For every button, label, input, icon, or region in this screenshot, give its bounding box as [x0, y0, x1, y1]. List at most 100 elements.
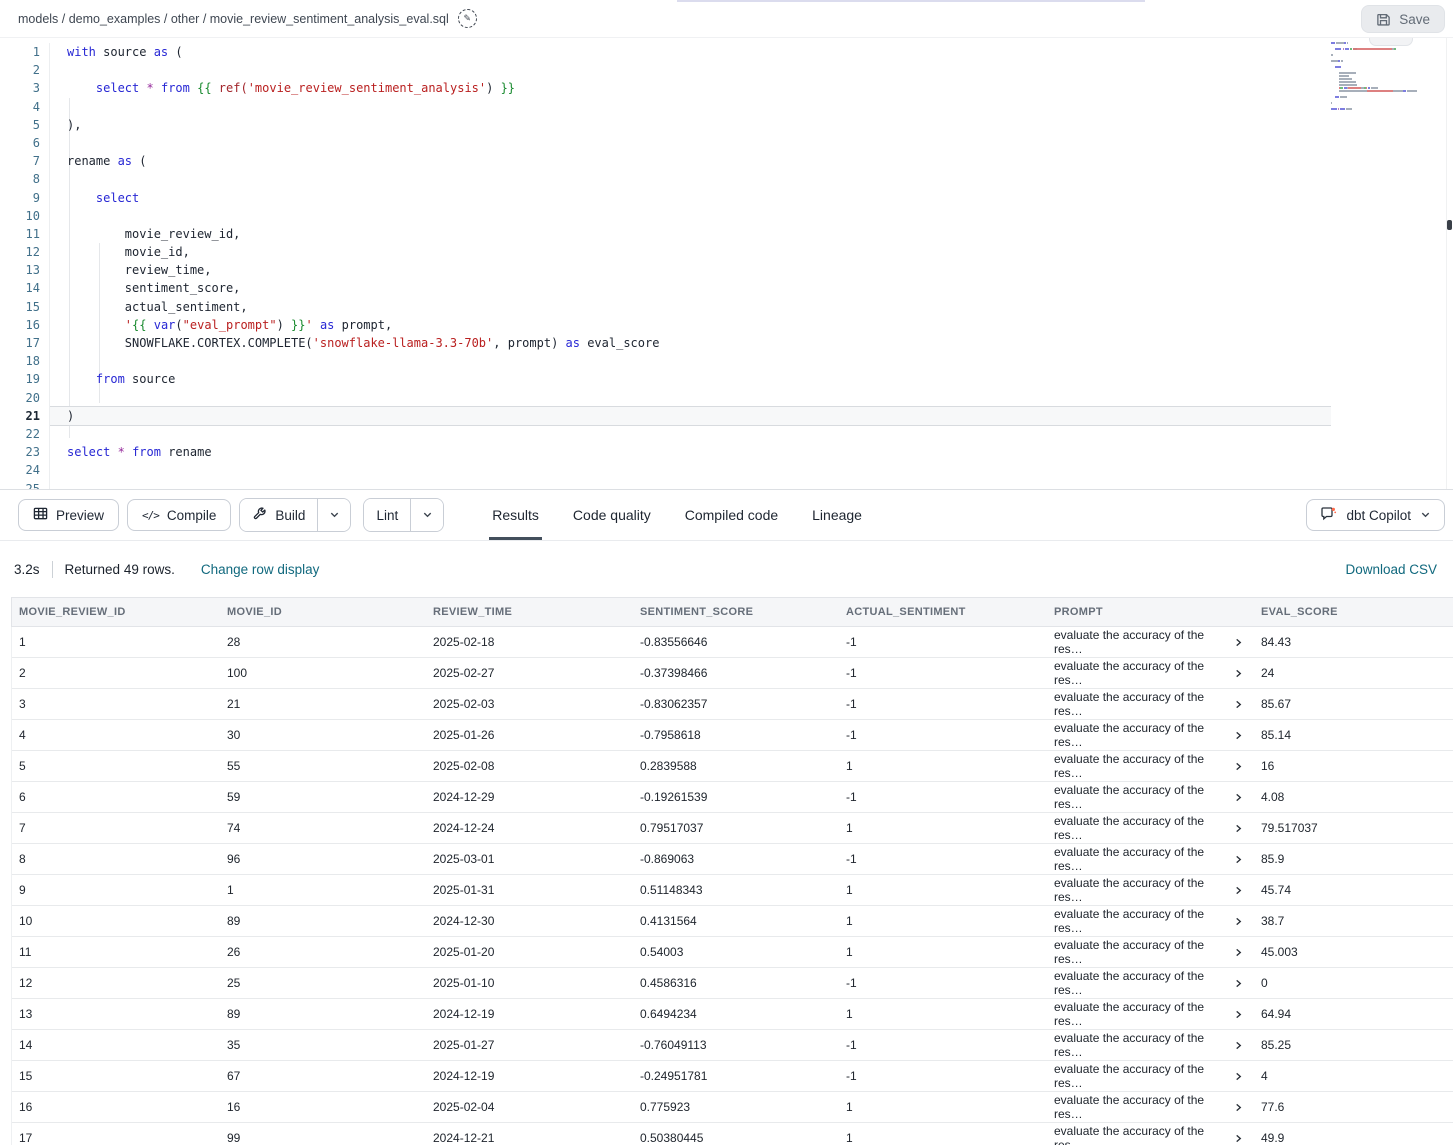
line-number[interactable]: 22	[0, 425, 50, 443]
save-button[interactable]: Save	[1361, 5, 1445, 33]
table-row[interactable]: 3212025-02-03-0.83062357-1evaluate the a…	[12, 689, 1453, 720]
table-row[interactable]: 16162025-02-040.7759231evaluate the accu…	[12, 1092, 1453, 1123]
line-number[interactable]: 6	[0, 134, 50, 152]
code-line[interactable]: 23select * from rename	[0, 443, 1453, 461]
code-line[interactable]: 15 actual_sentiment,	[0, 298, 1453, 316]
line-number[interactable]: 20	[0, 389, 50, 407]
expand-prompt-icon[interactable]	[1234, 669, 1243, 678]
column-header-eval_score[interactable]: EVAL_SCORE	[1243, 598, 1453, 626]
table-row[interactable]: 4302025-01-26-0.7958618-1evaluate the ac…	[12, 720, 1453, 751]
expand-prompt-icon[interactable]	[1234, 1134, 1243, 1143]
download-csv-link[interactable]: Download CSV	[1345, 562, 1439, 577]
line-number[interactable]: 9	[0, 189, 50, 207]
lint-button[interactable]: Lint	[364, 499, 410, 531]
code-editor[interactable]: 1with source as (23 select * from {{ ref…	[0, 38, 1453, 489]
line-number[interactable]: 12	[0, 243, 50, 261]
line-number[interactable]: 5	[0, 116, 50, 134]
build-button[interactable]: Build	[240, 499, 317, 531]
column-header-sentiment_score[interactable]: SENTIMENT_SCORE	[622, 598, 828, 626]
line-number[interactable]: 11	[0, 225, 50, 243]
expand-prompt-icon[interactable]	[1234, 979, 1243, 988]
table-row[interactable]: 12252025-01-100.4586316-1evaluate the ac…	[12, 968, 1453, 999]
line-number[interactable]: 15	[0, 298, 50, 316]
code-line[interactable]: 17 SNOWFLAKE.CORTEX.COMPLETE('snowflake-…	[0, 334, 1453, 352]
expand-prompt-icon[interactable]	[1234, 762, 1243, 771]
lint-dropdown-button[interactable]	[410, 499, 443, 531]
code-line[interactable]: 1with source as (	[0, 43, 1453, 61]
expand-prompt-icon[interactable]	[1234, 731, 1243, 740]
expand-prompt-icon[interactable]	[1234, 824, 1243, 833]
code-line[interactable]: 19 from source	[0, 370, 1453, 388]
line-number[interactable]: 7	[0, 152, 50, 170]
table-row[interactable]: 17992024-12-210.503804451evaluate the ac…	[12, 1123, 1453, 1145]
expand-prompt-icon[interactable]	[1234, 793, 1243, 802]
table-row[interactable]: 1282025-02-18-0.83556646-1evaluate the a…	[12, 627, 1453, 658]
line-number[interactable]: 8	[0, 170, 50, 188]
line-number[interactable]: 13	[0, 261, 50, 279]
code-line[interactable]: 7rename as (	[0, 152, 1453, 170]
code-line[interactable]: 3 select * from {{ ref('movie_review_sen…	[0, 79, 1453, 97]
expand-prompt-icon[interactable]	[1234, 1103, 1243, 1112]
line-number[interactable]: 23	[0, 443, 50, 461]
expand-prompt-icon[interactable]	[1234, 638, 1243, 647]
line-number[interactable]: 17	[0, 334, 50, 352]
code-line[interactable]: 18	[0, 352, 1453, 370]
minimap[interactable]	[1331, 42, 1443, 116]
code-line[interactable]: 10	[0, 207, 1453, 225]
tab-code-quality[interactable]: Code quality	[573, 490, 651, 540]
expand-prompt-icon[interactable]	[1234, 1072, 1243, 1081]
code-line[interactable]: 16 '{{ var("eval_prompt") }}' as prompt,	[0, 316, 1453, 334]
table-row[interactable]: 8962025-03-01-0.869063-1evaluate the acc…	[12, 844, 1453, 875]
table-row[interactable]: 10892024-12-300.41315641evaluate the acc…	[12, 906, 1453, 937]
column-header-movie_id[interactable]: MOVIE_ID	[209, 598, 415, 626]
line-number[interactable]: 4	[0, 98, 50, 116]
scrollbar-thumb[interactable]	[1447, 220, 1452, 230]
table-row[interactable]: 21002025-02-27-0.37398466-1evaluate the …	[12, 658, 1453, 689]
line-number[interactable]: 25	[0, 480, 50, 490]
code-line[interactable]: 4	[0, 98, 1453, 116]
code-line[interactable]: 13 review_time,	[0, 261, 1453, 279]
code-line[interactable]: 21)	[0, 407, 1453, 425]
expand-prompt-icon[interactable]	[1234, 948, 1243, 957]
line-number[interactable]: 1	[0, 43, 50, 61]
table-row[interactable]: 13892024-12-190.64942341evaluate the acc…	[12, 999, 1453, 1030]
column-header-prompt[interactable]: PROMPT	[1036, 598, 1243, 626]
expand-prompt-icon[interactable]	[1234, 917, 1243, 926]
line-number[interactable]: 10	[0, 207, 50, 225]
table-row[interactable]: 6592024-12-29-0.19261539-1evaluate the a…	[12, 782, 1453, 813]
expand-prompt-icon[interactable]	[1234, 855, 1243, 864]
line-number[interactable]: 24	[0, 461, 50, 479]
line-number[interactable]: 18	[0, 352, 50, 370]
code-line[interactable]: 6	[0, 134, 1453, 152]
column-header-review_time[interactable]: REVIEW_TIME	[415, 598, 622, 626]
expand-prompt-icon[interactable]	[1234, 700, 1243, 709]
change-row-display-link[interactable]: Change row display	[201, 562, 320, 577]
table-row[interactable]: 5552025-02-080.28395881evaluate the accu…	[12, 751, 1453, 782]
code-line[interactable]: 14 sentiment_score,	[0, 279, 1453, 297]
table-row[interactable]: 15672024-12-19-0.24951781-1evaluate the …	[12, 1061, 1453, 1092]
editor-scrollbar[interactable]	[1446, 38, 1452, 489]
column-header-movie_review_id[interactable]: MOVIE_REVIEW_ID	[12, 598, 209, 626]
code-line[interactable]: 5),	[0, 116, 1453, 134]
dbt-copilot-button[interactable]: dbt Copilot	[1306, 499, 1445, 531]
table-row[interactable]: 7742024-12-240.795170371evaluate the acc…	[12, 813, 1453, 844]
line-number[interactable]: 21	[0, 407, 50, 425]
preview-button[interactable]: Preview	[18, 499, 119, 531]
column-header-actual_sentiment[interactable]: ACTUAL_SENTIMENT	[828, 598, 1036, 626]
expand-prompt-icon[interactable]	[1234, 1010, 1243, 1019]
expand-prompt-icon[interactable]	[1234, 1041, 1243, 1050]
tab-compiled-code[interactable]: Compiled code	[685, 490, 778, 540]
code-line[interactable]: 24	[0, 461, 1453, 479]
code-line[interactable]: 20	[0, 389, 1453, 407]
code-line[interactable]: 9 select	[0, 189, 1453, 207]
code-line[interactable]: 25	[0, 480, 1453, 490]
code-line[interactable]: 11 movie_review_id,	[0, 225, 1453, 243]
code-line[interactable]: 22	[0, 425, 1453, 443]
code-line[interactable]: 2	[0, 61, 1453, 79]
build-dropdown-button[interactable]	[317, 499, 350, 531]
code-line[interactable]: 12 movie_id,	[0, 243, 1453, 261]
expand-prompt-icon[interactable]	[1234, 886, 1243, 895]
line-number[interactable]: 19	[0, 370, 50, 388]
code-line[interactable]: 8	[0, 170, 1453, 188]
breadcrumb[interactable]: models / demo_examples / other / movie_r…	[18, 12, 449, 26]
